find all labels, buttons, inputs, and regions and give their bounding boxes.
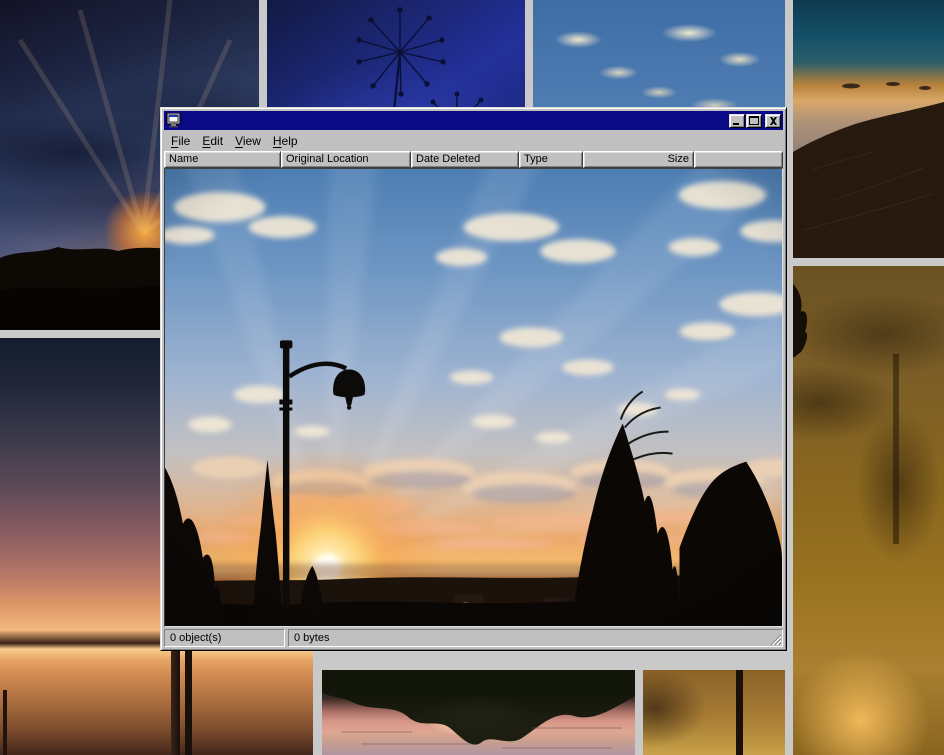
close-button[interactable] [765,114,781,128]
status-size: 0 bytes [288,629,783,647]
maximize-icon [749,116,759,125]
column-header-date-deleted[interactable]: Date Deleted [411,151,519,168]
column-header-name[interactable]: Name [164,151,281,168]
wallpaper-photo-amber-pole [643,670,785,755]
window-titlebar[interactable] [164,111,783,130]
column-header-size[interactable]: Size [583,151,694,168]
close-icon [769,117,778,125]
column-header-original-location[interactable]: Original Location [281,151,411,168]
wooden-pole [3,690,7,755]
menu-help[interactable]: Help [267,132,304,150]
menu-file[interactable]: File [165,132,196,150]
column-header-filler [694,151,783,168]
sunset-lamp-photo [165,169,782,626]
minimize-icon [732,116,742,125]
window-icon[interactable] [166,113,182,128]
wooden-pole [736,670,743,755]
recycle-bin-window: File Edit View Help Name Original Locati… [160,107,787,651]
menu-view[interactable]: View [229,132,267,150]
column-header-type[interactable]: Type [519,151,583,168]
status-bar: 0 object(s) 0 bytes [164,627,783,647]
menu-bar: File Edit View Help [164,130,783,151]
status-object-count: 0 object(s) [164,629,285,647]
wallpaper-photo-amber-blur [793,266,944,755]
maximize-button[interactable] [746,114,762,128]
status-size-text: 0 bytes [294,632,329,644]
file-list-viewport[interactable] [164,168,783,627]
wooden-pole [185,648,192,755]
list-column-headers: Name Original Location Date Deleted Type… [164,151,783,168]
resize-grip[interactable] [769,633,781,645]
wallpaper-photo-teal-fog-mountain [793,0,944,258]
menu-edit[interactable]: Edit [196,132,229,150]
wooden-pole [171,644,180,755]
minimize-button[interactable] [729,114,745,128]
wallpaper-photo-pink-water-reflection [322,670,635,755]
